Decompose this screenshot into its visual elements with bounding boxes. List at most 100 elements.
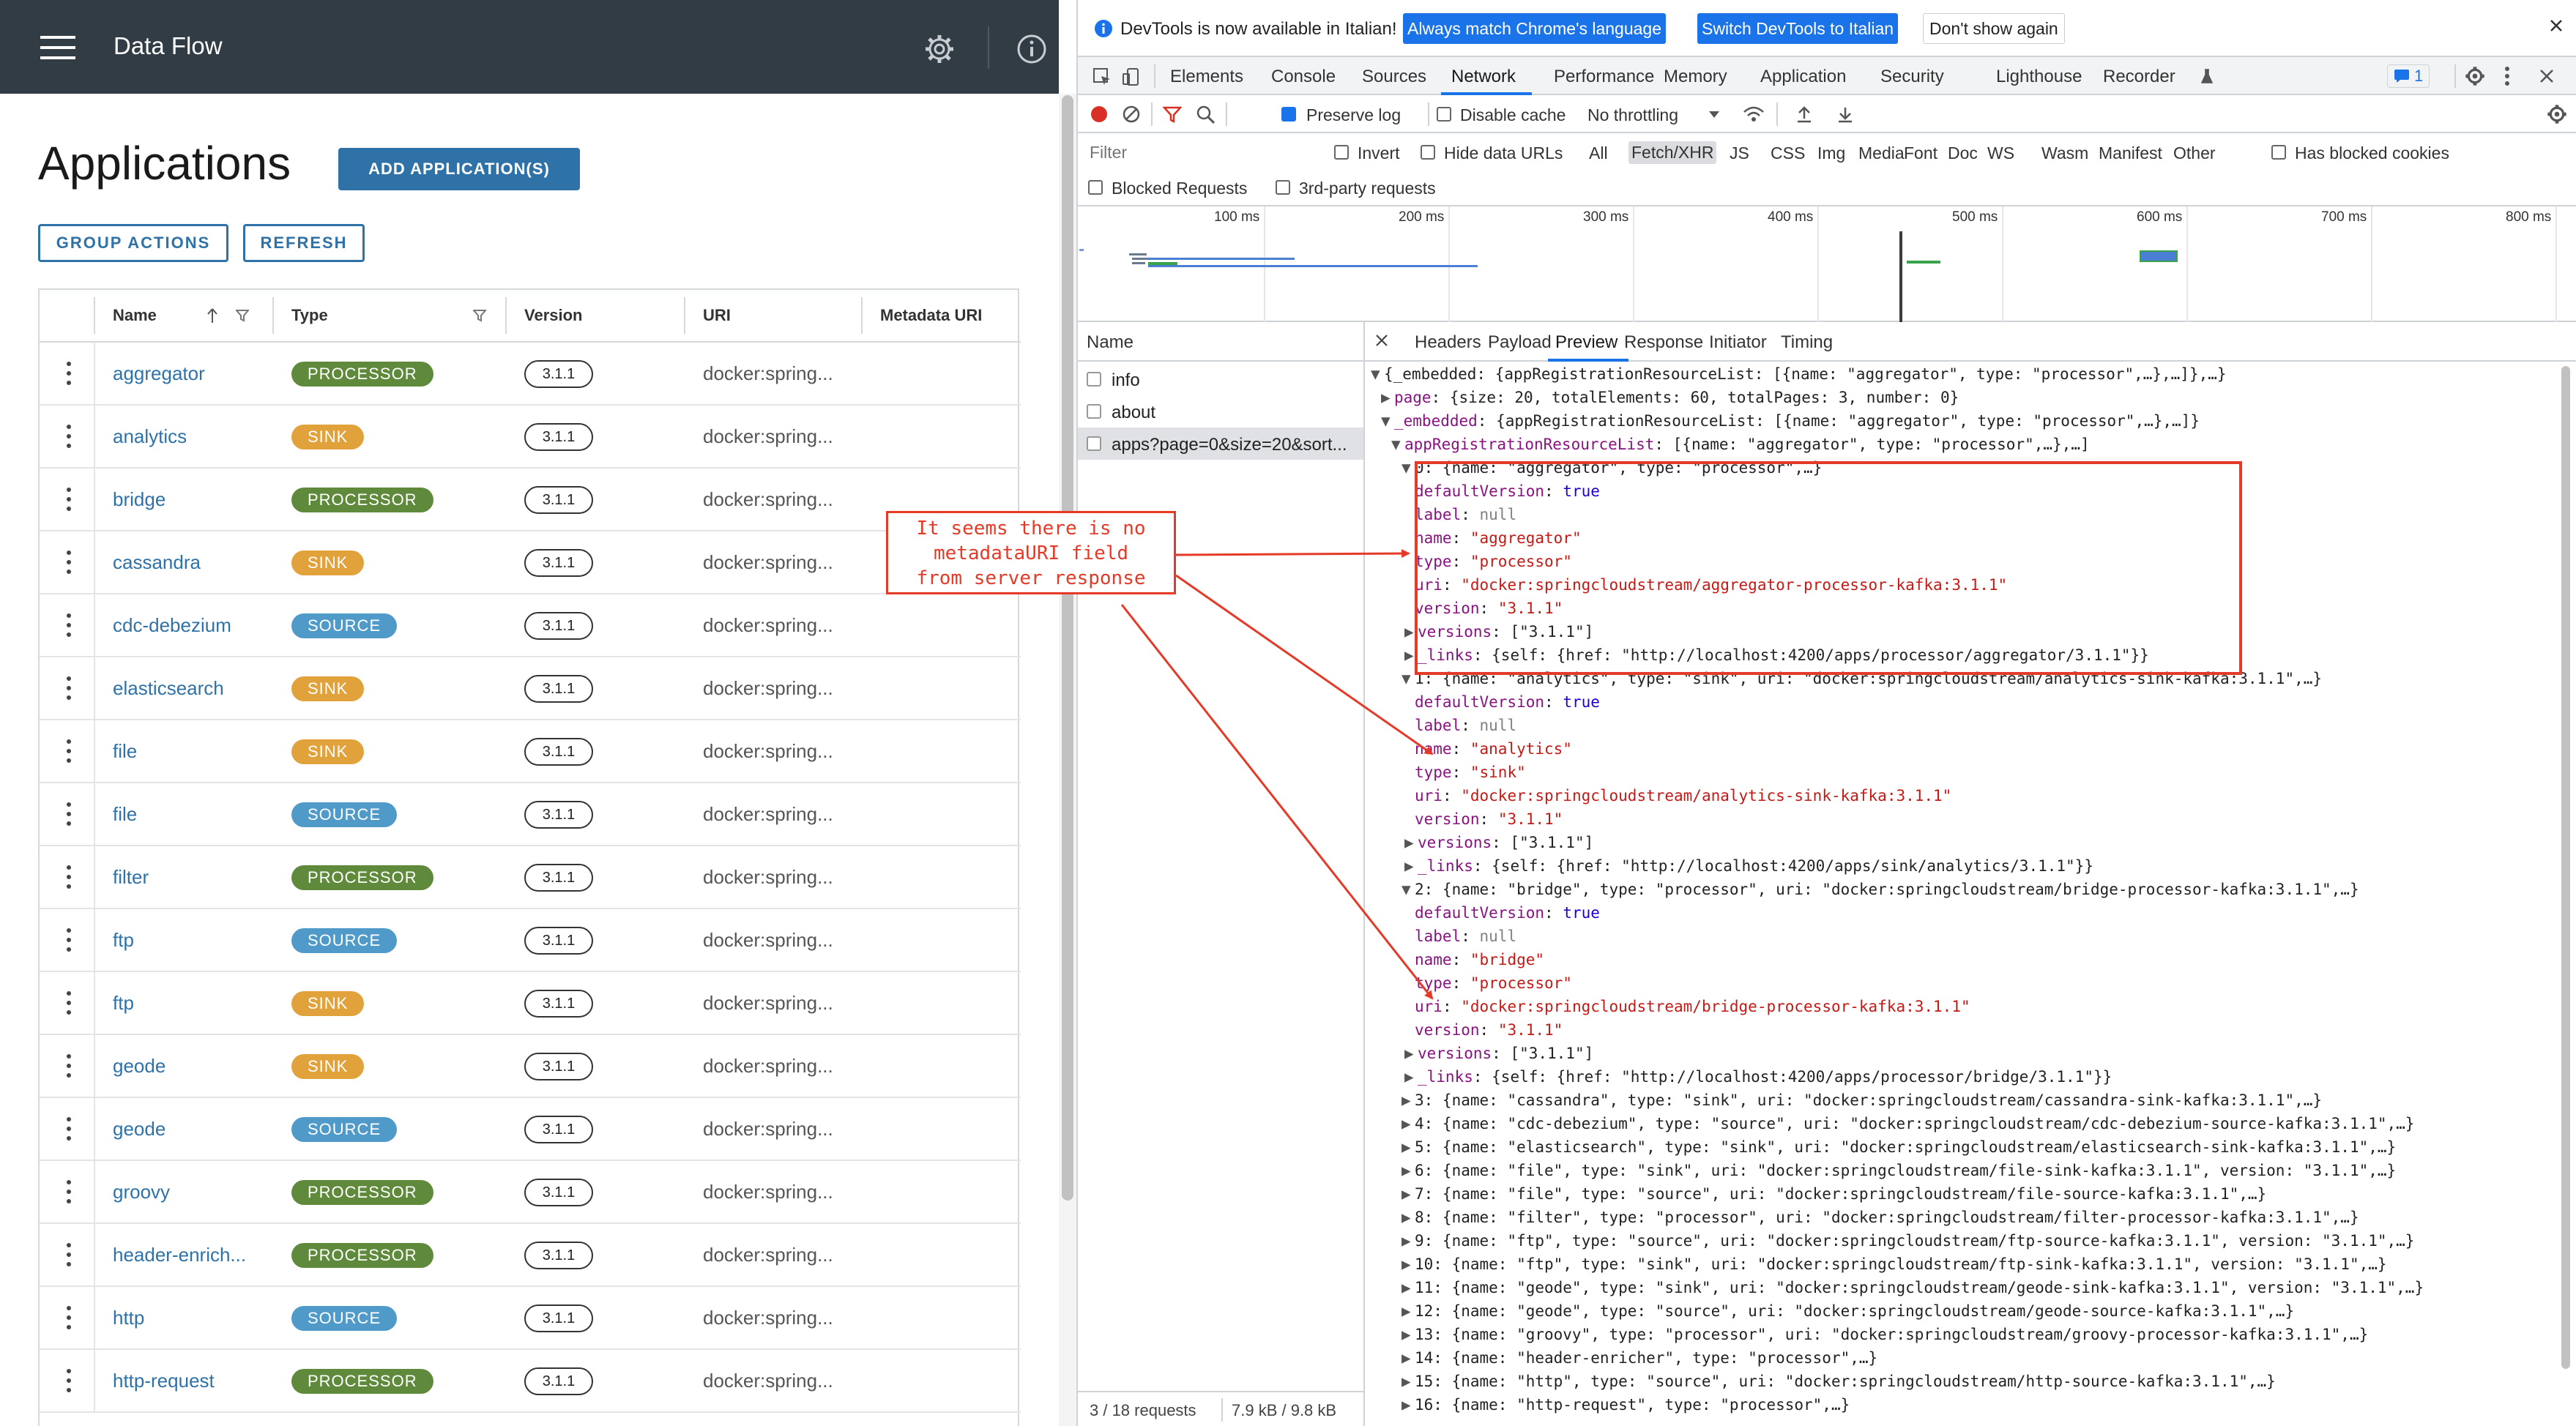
filter-type-font[interactable]: Font [1904,143,1937,163]
tab-recorder[interactable]: Recorder [2103,67,2175,87]
app-name-link[interactable]: http [113,1287,144,1348]
detail-tab-headers[interactable]: Headers [1415,332,1481,353]
json-item[interactable]: ▼ 2: {name: "bridge", type: "processor", … [1401,878,2359,900]
row-actions-icon[interactable] [66,864,72,890]
refresh-button[interactable]: REFRESH [243,224,365,262]
json-field-uri[interactable]: uri: "docker:springcloudstream/bridge-pr… [1415,996,1970,1018]
device-toolbar-icon[interactable] [1122,67,1141,86]
json-field-version[interactable]: version: "3.1.1" [1415,808,1563,830]
filter-type-js[interactable]: JS [1730,143,1749,163]
sort-ascending-icon[interactable] [206,307,218,324]
json-field-label[interactable]: label: null [1415,714,1516,736]
filter-type-fetch-xhr[interactable]: Fetch/XHR [1628,141,1717,164]
app-name-link[interactable]: analytics [113,406,187,467]
json-item-collapsed[interactable]: ▶ 9: {name: "ftp", type: "source", uri: "… [1401,1230,2414,1252]
json-field-label[interactable]: label: null [1415,925,1516,947]
app-name-link[interactable]: cdc-debezium [113,594,231,656]
detail-tab-initiator[interactable]: Initiator [1709,332,1767,353]
export-har-icon[interactable] [1836,105,1854,123]
row-actions-icon[interactable] [66,360,72,387]
row-actions-icon[interactable] [66,1367,72,1394]
tab-lighthouse[interactable]: Lighthouse [1996,67,2082,87]
json-field-versions[interactable]: ▶ versions: ["3.1.1"] [1404,832,1593,854]
json-field-links[interactable]: ▶ _links: {self: {href: "http://localhost… [1404,855,2093,877]
json-root[interactable]: ▼ {_embedded: {appRegistrationResourceLis… [1371,363,2227,385]
app-name-link[interactable]: header-enrich... [113,1224,246,1285]
request-row[interactable]: info [1078,363,1363,395]
filter-type-wasm[interactable]: Wasm [2041,143,2088,163]
blocked-requests-checkbox[interactable] [1088,180,1103,195]
tab-application[interactable]: Application [1760,67,1846,87]
json-embedded[interactable]: ▼ _embedded: {appRegistrationResourceList… [1381,410,2200,432]
json-item-collapsed[interactable]: ▶ 4: {name: "cdc-debezium", type: "source… [1401,1113,2414,1135]
tab-elements[interactable]: Elements [1170,67,1243,87]
filter-type-ws[interactable]: WS [1987,143,2014,163]
json-item-collapsed[interactable]: ▶ 10: {name: "ftp", type: "sink", uri: "d… [1401,1253,2387,1275]
close-details-icon[interactable] [1375,334,1388,347]
app-name-link[interactable]: geode [113,1098,165,1160]
match-language-button[interactable]: Always match Chrome's language [1403,13,1666,44]
disable-cache-checkbox[interactable] [1437,107,1451,122]
detail-tab-timing[interactable]: Timing [1781,332,1833,353]
json-field-defaultversion[interactable]: defaultVersion: true [1415,691,1600,713]
network-settings-icon[interactable] [2547,104,2567,124]
network-overview-timeline[interactable]: 100 ms 200 ms 300 ms 400 ms 500 ms 600 ms 700 … [1078,206,2576,322]
json-field-version[interactable]: version: "3.1.1" [1415,1019,1563,1041]
filter-type-doc[interactable]: Doc [1948,143,1978,163]
filter-type-all[interactable]: All [1589,143,1608,163]
hide-data-urls-checkbox[interactable] [1421,145,1435,160]
col-version-header[interactable]: Version [524,290,582,341]
tab-sources[interactable]: Sources [1362,67,1426,87]
filter-type-other[interactable]: Other [2173,143,2216,163]
filter-type-img[interactable]: Img [1817,143,1845,163]
json-field-versions[interactable]: ▶ versions: ["3.1.1"] [1404,1042,1593,1064]
col-name-header[interactable]: Name [113,290,157,341]
filter-type-media[interactable]: Media [1858,143,1905,163]
row-actions-icon[interactable] [66,612,72,638]
json-field-defaultversion[interactable]: defaultVersion: true [1415,902,1600,924]
hamburger-menu-icon[interactable] [40,35,75,60]
row-actions-icon[interactable] [66,927,72,953]
request-row-selected[interactable]: apps?page=0&size=20&sort... [1078,428,1363,460]
tab-console[interactable]: Console [1271,67,1336,87]
chevron-down-icon[interactable] [1709,111,1719,119]
app-name-link[interactable]: elasticsearch [113,657,224,719]
row-actions-icon[interactable] [66,738,72,764]
tab-performance[interactable]: Performance [1554,67,1654,87]
json-field-name[interactable]: name: "bridge" [1415,949,1544,971]
settings-gear-icon[interactable] [2465,66,2485,86]
app-name-link[interactable]: bridge [113,469,165,530]
json-item-collapsed[interactable]: ▶ 15: {name: "http", type: "source", uri:… [1401,1370,2276,1392]
filter-icon[interactable] [1163,105,1182,124]
filter-icon[interactable] [473,309,486,322]
settings-gear-icon[interactable] [924,34,955,64]
more-options-icon[interactable] [2504,66,2510,86]
json-field-type[interactable]: type: "sink" [1415,761,1526,783]
json-field-links[interactable]: ▶ _links: {self: {href: "http://localhost… [1404,1066,2112,1088]
record-icon[interactable] [1090,105,1109,124]
json-item-collapsed[interactable]: ▶ 14: {name: "header-enricher", type: "pr… [1401,1347,1877,1369]
json-field-uri[interactable]: uri: "docker:springcloudstream/analytics… [1415,785,1951,807]
json-item-collapsed[interactable]: ▶ 8: {name: "filter", type: "processor", … [1401,1206,2359,1228]
row-actions-icon[interactable] [66,801,72,827]
json-item-collapsed[interactable]: ▶ 5: {name: "elasticsearch", type: "sink"… [1401,1136,2396,1158]
info-icon[interactable] [1016,34,1047,64]
preserve-log-checkbox[interactable] [1281,107,1296,122]
json-list[interactable]: ▼ appRegistrationResourceList: [{name: "a… [1391,433,2090,455]
col-uri-header[interactable]: URI [703,290,731,341]
row-actions-icon[interactable] [66,1304,72,1331]
search-icon[interactable] [1196,105,1216,124]
preview-scrollbar-thumb[interactable] [2561,366,2570,1369]
detail-tab-payload[interactable]: Payload [1488,332,1552,353]
json-item-collapsed[interactable]: ▶ 11: {name: "geode", type: "sink", uri: … [1401,1277,2424,1299]
row-actions-icon[interactable] [66,549,72,575]
row-actions-icon[interactable] [66,675,72,701]
app-name-link[interactable]: aggregator [113,343,205,404]
json-item-collapsed[interactable]: ▶ 7: {name: "file", type: "source", uri: … [1401,1183,2266,1205]
app-name-link[interactable]: file [113,783,137,845]
json-item-collapsed[interactable]: ▶ 13: {name: "groovy", type: "processor",… [1401,1324,2368,1345]
add-applications-button[interactable]: ADD APPLICATION(S) [338,148,580,190]
app-name-link[interactable]: groovy [113,1161,170,1222]
detail-tab-response[interactable]: Response [1624,332,1703,353]
app-name-link[interactable]: filter [113,846,149,908]
